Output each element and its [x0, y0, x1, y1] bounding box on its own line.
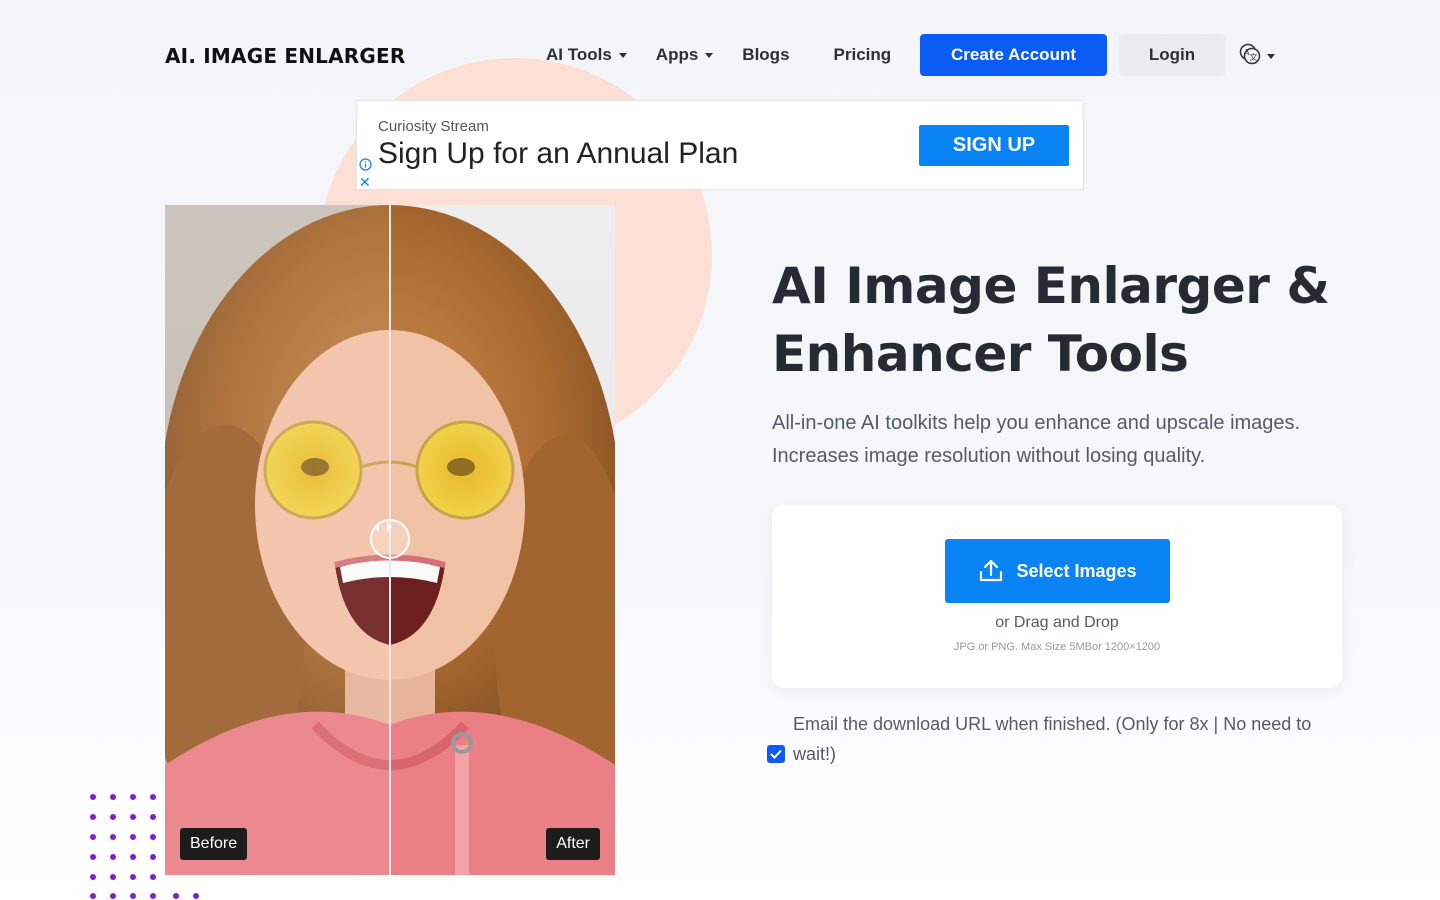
select-images-label: Select Images: [1016, 560, 1137, 581]
arrows-horizontal-icon: [374, 522, 392, 532]
hero-subtitle: All-in-one AI toolkits help you enhance …: [772, 412, 1301, 467]
upload-icon: [980, 559, 1003, 582]
nav-blogs-label: Blogs: [742, 45, 790, 64]
language-selector[interactable]: A 文: [1239, 43, 1275, 65]
chevron-down-icon: [618, 52, 627, 58]
svg-text:文: 文: [1250, 52, 1258, 62]
ad-headline[interactable]: Sign Up for an Annual Plan: [378, 137, 738, 171]
site-logo[interactable]: AI. IMAGE ENLARGER: [165, 44, 405, 68]
ad-signup-button[interactable]: SIGN UP: [919, 125, 1069, 166]
hero-title: AI Image Enlarger & Enhancer Tools: [772, 257, 1330, 383]
language-icon: A 文: [1239, 43, 1261, 65]
after-label: After: [546, 828, 600, 860]
main-nav: AI Tools Apps Blogs Pricing: [546, 34, 891, 76]
email-checkbox[interactable]: [767, 745, 785, 763]
email-option-label: Email the download URL when finished. (O…: [793, 714, 1312, 764]
upload-dropzone[interactable]: Select Images or Drag and Drop JPG or PN…: [772, 505, 1342, 688]
nav-apps[interactable]: Apps: [656, 45, 714, 65]
nav-blogs[interactable]: Blogs: [742, 45, 789, 65]
chevron-down-icon: [705, 52, 714, 58]
before-after-comparison[interactable]: Before After: [165, 205, 615, 875]
select-images-button[interactable]: Select Images: [945, 539, 1170, 603]
ad-banner[interactable]: Curiosity Stream Sign Up for an Annual P…: [356, 100, 1084, 190]
nav-ai-tools[interactable]: AI Tools: [546, 45, 627, 65]
create-account-button[interactable]: Create Account: [920, 34, 1107, 76]
checkmark-icon: [770, 749, 782, 759]
ad-brand: Curiosity Stream: [378, 118, 489, 135]
comparison-slider-handle[interactable]: [370, 519, 410, 559]
close-icon[interactable]: ✕: [359, 175, 371, 189]
drag-drop-text: or Drag and Drop: [995, 614, 1119, 631]
nav-apps-label: Apps: [655, 45, 699, 64]
nav-pricing[interactable]: Pricing: [834, 45, 892, 65]
nav-ai-tools-label: AI Tools: [546, 45, 612, 64]
info-icon[interactable]: [359, 158, 372, 171]
file-limit-text: JPG or PNG. Max Size 5MBor 1200×1200: [953, 641, 1161, 653]
chevron-down-icon: [1267, 53, 1275, 59]
decorative-dot-grid: [90, 794, 199, 899]
nav-pricing-label: Pricing: [833, 45, 892, 64]
login-button[interactable]: Login: [1119, 34, 1225, 76]
